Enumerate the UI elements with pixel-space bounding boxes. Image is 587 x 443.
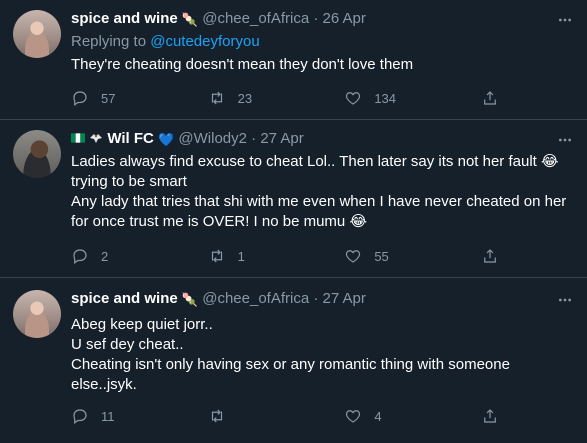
like-button[interactable]: 55 bbox=[344, 247, 454, 265]
reply-count: 57 bbox=[101, 90, 116, 106]
tweet[interactable]: Wil FC 💙 @Wilody2 · 27 Apr Ladies always… bbox=[0, 120, 587, 278]
avatar[interactable] bbox=[13, 290, 61, 338]
retweet-count: 23 bbox=[237, 90, 253, 106]
tweet-line: Any lady that tries that shi with me eve… bbox=[71, 193, 567, 210]
retweet-count: 1 bbox=[237, 248, 245, 264]
tweet-actions: 2 1 55 bbox=[71, 246, 511, 266]
tweet-line: They're cheating doesn't mean they don't… bbox=[71, 56, 414, 73]
avatar[interactable] bbox=[13, 10, 61, 58]
share-button[interactable] bbox=[481, 89, 511, 107]
user-handle[interactable]: @chee_ofAfrica bbox=[202, 290, 309, 307]
eagle-icon bbox=[90, 134, 103, 143]
heart-icon bbox=[346, 92, 361, 105]
tweet-date[interactable]: 26 Apr bbox=[323, 10, 366, 27]
heart-icon bbox=[346, 250, 361, 263]
tweet-text: Abeg keep quiet jorr.. U sef dey cheat..… bbox=[71, 315, 575, 395]
nigeria-flag-icon bbox=[71, 133, 85, 143]
retweet-button[interactable]: 1 bbox=[208, 247, 318, 265]
like-button[interactable]: 134 bbox=[344, 89, 454, 107]
reply-button[interactable]: 2 bbox=[71, 247, 181, 265]
tweet[interactable]: spice and wine 🍡 @chee_ofAfrica · 26 Apr… bbox=[0, 0, 587, 120]
tweet-date[interactable]: 27 Apr bbox=[323, 290, 366, 307]
tweet-text: Ladies always find excuse to cheat Lol..… bbox=[71, 152, 575, 232]
tweet-line: Abeg keep quiet jorr.. bbox=[71, 316, 213, 333]
display-name[interactable]: spice and wine bbox=[71, 10, 178, 27]
name-emoji: 🍡 bbox=[181, 292, 199, 307]
retweet-icon bbox=[211, 249, 222, 263]
share-icon bbox=[484, 409, 496, 423]
name-emoji: 🍡 bbox=[181, 12, 199, 27]
separator-dot: · bbox=[251, 130, 257, 147]
like-count: 55 bbox=[374, 248, 389, 264]
replying-prefix: Replying to bbox=[71, 33, 151, 50]
user-handle[interactable]: @Wilody2 bbox=[178, 130, 247, 147]
heart-icon bbox=[346, 410, 361, 423]
reply-icon bbox=[73, 249, 87, 264]
share-button[interactable] bbox=[481, 247, 511, 265]
tweet-actions: 11 4 bbox=[71, 406, 511, 426]
reply-icon bbox=[73, 409, 87, 424]
tweet[interactable]: spice and wine 🍡 @chee_ofAfrica · 27 Apr… bbox=[0, 278, 587, 443]
like-button[interactable]: 4 bbox=[344, 407, 454, 425]
display-name[interactable]: spice and wine bbox=[71, 290, 178, 307]
reply-button[interactable]: 11 bbox=[71, 407, 181, 425]
reply-icon bbox=[73, 91, 87, 106]
tweet-feed: spice and wine 🍡 @chee_ofAfrica · 26 Apr… bbox=[0, 0, 587, 443]
reply-count: 11 bbox=[101, 408, 115, 424]
reply-button[interactable]: 57 bbox=[71, 89, 181, 107]
display-name[interactable]: Wil FC bbox=[107, 130, 154, 147]
tweet-line: else..jsyk. bbox=[71, 376, 137, 393]
replying-mention[interactable]: @cutedeyforyou bbox=[150, 33, 259, 50]
share-button[interactable] bbox=[481, 407, 511, 425]
separator-dot: · bbox=[313, 290, 319, 307]
tweet-line: for once trust me is OVER! I no be mumu … bbox=[71, 213, 367, 230]
separator-dot: · bbox=[313, 10, 319, 27]
avatar[interactable] bbox=[13, 130, 61, 178]
share-icon bbox=[484, 249, 496, 263]
retweet-button[interactable]: 23 bbox=[208, 89, 318, 107]
share-icon bbox=[484, 91, 496, 105]
tweet-line: Cheating isn't only having sex or any ro… bbox=[71, 356, 510, 373]
tweet-date[interactable]: 27 Apr bbox=[260, 130, 303, 147]
retweet-button[interactable] bbox=[208, 407, 318, 425]
like-count: 4 bbox=[374, 408, 382, 424]
tweet-header: spice and wine 🍡 @chee_ofAfrica · 27 Apr bbox=[71, 289, 575, 310]
tweet-header: spice and wine 🍡 @chee_ofAfrica · 26 Apr bbox=[71, 9, 575, 30]
replying-to: Replying to @cutedeyforyou bbox=[71, 32, 575, 52]
tweet-actions: 57 23 134 bbox=[71, 88, 511, 108]
name-emoji: 💙 bbox=[158, 132, 175, 147]
user-handle[interactable]: @chee_ofAfrica bbox=[202, 10, 309, 27]
like-count: 134 bbox=[374, 90, 397, 106]
reply-count: 2 bbox=[101, 248, 109, 264]
tweet-line: U sef dey cheat.. bbox=[71, 336, 184, 353]
retweet-icon bbox=[211, 91, 222, 105]
tweet-text: They're cheating doesn't mean they don't… bbox=[71, 55, 575, 75]
tweet-header: Wil FC 💙 @Wilody2 · 27 Apr bbox=[71, 129, 575, 150]
tweet-line: Ladies always find excuse to cheat Lol..… bbox=[71, 153, 559, 170]
retweet-icon bbox=[211, 409, 222, 423]
tweet-line: trying to be smart bbox=[71, 173, 187, 190]
